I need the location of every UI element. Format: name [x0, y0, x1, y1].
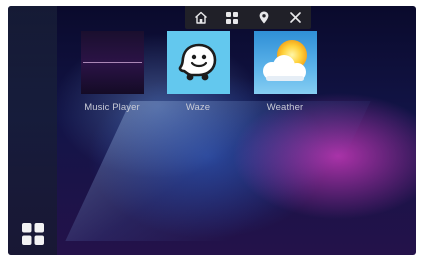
home-screen: Music Player Waze Weather — [8, 6, 416, 255]
top-toolbar — [185, 6, 311, 29]
location-pin-icon[interactable] — [255, 9, 273, 27]
waze-icon — [166, 31, 230, 94]
wallpaper-light — [65, 101, 371, 241]
app-waze[interactable]: Waze — [153, 31, 243, 113]
apps-grid-icon — [21, 223, 44, 245]
music-waveform-icon — [80, 31, 144, 94]
apps-grid-icon[interactable] — [223, 9, 241, 27]
home-icon[interactable] — [192, 9, 210, 27]
app-weather[interactable]: Weather — [240, 31, 330, 113]
app-label: Waze — [185, 102, 211, 113]
apps-drawer-button[interactable] — [8, 213, 57, 255]
app-label: Weather — [266, 102, 304, 113]
app-label: Music Player — [84, 102, 140, 113]
weather-sun-cloud-icon — [253, 31, 317, 94]
close-icon[interactable] — [286, 9, 304, 27]
app-music-player[interactable]: Music Player — [67, 31, 157, 113]
